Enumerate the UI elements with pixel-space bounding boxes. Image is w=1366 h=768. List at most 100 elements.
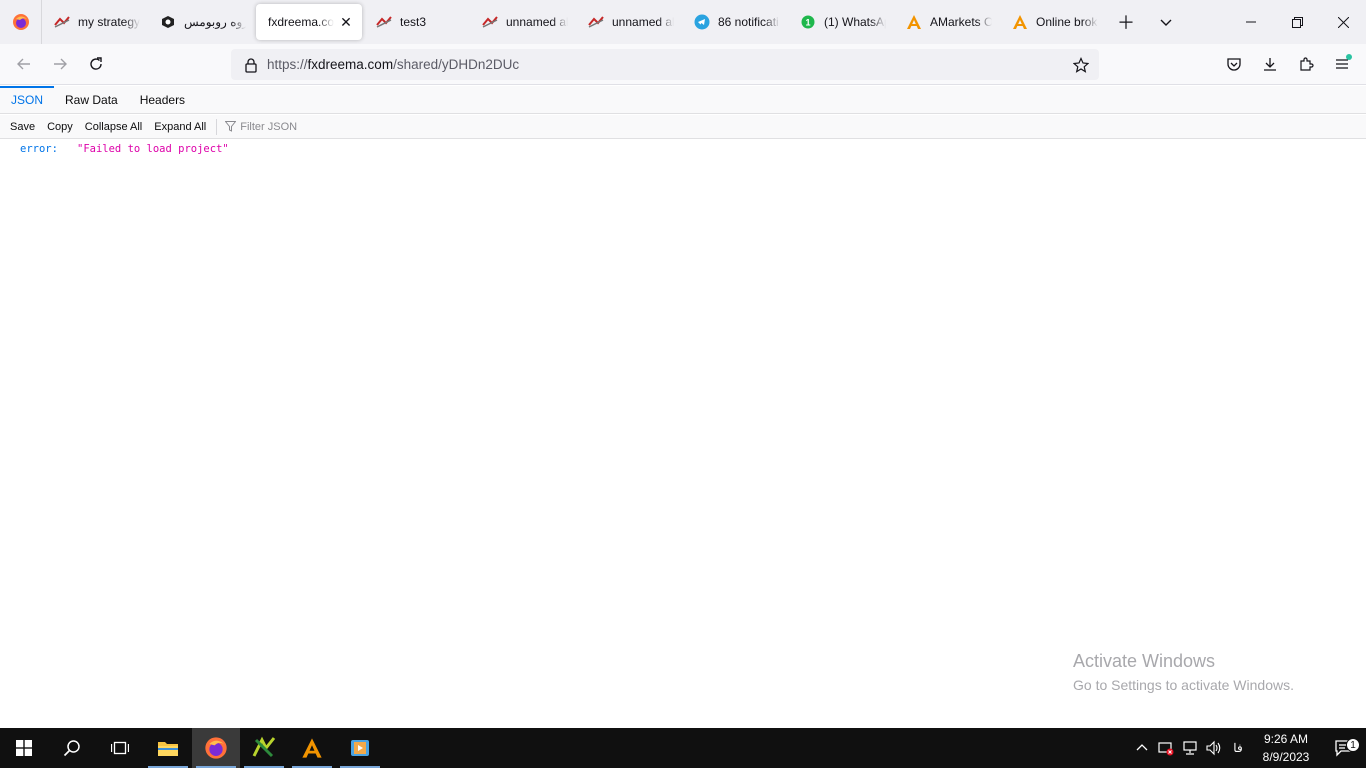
taskbar-clock[interactable]: 9:26 AM 8/9/2023: [1250, 730, 1322, 766]
tab-headers[interactable]: Headers: [129, 86, 196, 114]
extensions-button[interactable]: [1288, 48, 1324, 80]
expand-all-button[interactable]: Expand All: [148, 115, 212, 139]
json-viewer-tabs: JSON Raw Data Headers: [0, 86, 1366, 114]
download-icon: [1264, 58, 1276, 71]
arrow-right-icon: [54, 58, 67, 70]
file-explorer-button[interactable]: [144, 728, 192, 768]
json-key: error:: [20, 143, 58, 155]
network-tray-button[interactable]: [1178, 728, 1202, 768]
json-value: "Failed to load project": [77, 143, 229, 155]
collapse-all-button[interactable]: Collapse All: [79, 115, 148, 139]
filter-json-input[interactable]: Filter JSON: [225, 121, 297, 133]
tab-robomas[interactable]: گروه روبومس: [148, 4, 254, 40]
filter-placeholder: Filter JSON: [240, 120, 298, 133]
tab-online-broker[interactable]: Online brok: [1000, 4, 1106, 40]
tab-label: test3: [400, 15, 427, 29]
minimize-icon: [1246, 21, 1256, 23]
windows-taskbar: فا 9:26 AM 8/9/2023 1: [0, 728, 1366, 768]
lock-icon[interactable]: [243, 57, 259, 73]
action-center-button[interactable]: 1: [1322, 738, 1366, 758]
restore-icon: [1291, 16, 1303, 28]
telegram-icon: [694, 14, 710, 30]
clock-date: 8/9/2023: [1262, 750, 1310, 764]
volume-tray-button[interactable]: [1202, 728, 1226, 768]
security-tray-button[interactable]: [1154, 728, 1178, 768]
tab-label: unnamed al: [506, 15, 568, 29]
navigation-toolbar: https://fxdreema.com/shared/yDHDn2DUc: [0, 44, 1366, 85]
back-button[interactable]: [6, 48, 42, 80]
fxdreema-icon: [376, 14, 392, 30]
tab-unnamed-1[interactable]: unnamed al: [470, 4, 576, 40]
search-icon: [63, 740, 80, 757]
minimize-button[interactable]: [1228, 0, 1274, 44]
tab-label: 86 notificati: [718, 15, 779, 29]
chevron-up-icon: [1136, 744, 1148, 751]
toolbar-right: [1216, 48, 1360, 80]
tab-label: (1) WhatsAp: [824, 15, 886, 29]
start-button[interactable]: [0, 728, 48, 768]
metatrader-taskbar-button[interactable]: [240, 728, 288, 768]
downloads-button[interactable]: [1252, 48, 1288, 80]
input-language-indicator[interactable]: فا: [1226, 741, 1250, 755]
clock-time: 9:26 AM: [1263, 732, 1309, 746]
filter-icon: [225, 121, 237, 132]
forward-button[interactable]: [42, 48, 78, 80]
tab-label: my strategy: [78, 15, 140, 29]
tab-label: fxdreema.com: [268, 15, 334, 29]
close-window-button[interactable]: [1320, 0, 1366, 44]
restore-button[interactable]: [1274, 0, 1320, 44]
media-player-taskbar-button[interactable]: [336, 728, 384, 768]
tab-unnamed-2[interactable]: unnamed al: [576, 4, 682, 40]
close-tab-icon[interactable]: ✕: [338, 14, 354, 30]
tab-label: AMarkets O: [930, 15, 992, 29]
bookmark-star-icon[interactable]: [1073, 56, 1089, 73]
folder-icon: [158, 742, 178, 756]
firefox-view-button[interactable]: [0, 0, 42, 44]
fxdreema-icon: [54, 14, 70, 30]
task-view-icon: [111, 741, 129, 755]
amarkets-taskbar-button[interactable]: [288, 728, 336, 768]
pocket-button[interactable]: [1216, 48, 1252, 80]
copy-button[interactable]: Copy: [41, 115, 79, 139]
toolbar-divider: [216, 118, 218, 135]
activate-windows-watermark: Activate Windows Go to Settings to activ…: [1073, 651, 1294, 693]
search-button[interactable]: [48, 728, 96, 768]
whatsapp-icon: 1: [800, 14, 816, 30]
show-hidden-icons-button[interactable]: [1130, 728, 1154, 768]
robomas-icon: [160, 14, 176, 30]
table-row[interactable]: error: "Failed to load project": [0, 140, 1366, 158]
tab-json[interactable]: JSON: [0, 86, 55, 114]
url-text[interactable]: https://fxdreema.com/shared/yDHDn2DUc: [267, 57, 1073, 72]
amarkets-icon: [906, 14, 922, 30]
svg-text:1: 1: [805, 18, 810, 28]
watermark-title: Activate Windows: [1073, 651, 1216, 671]
arrow-left-icon: [17, 58, 30, 70]
fxdreema-icon: [482, 14, 498, 30]
firefox-icon: [205, 737, 227, 759]
task-view-button[interactable]: [96, 728, 144, 768]
tab-telegram[interactable]: 86 notificati: [682, 4, 788, 40]
tab-fxdreema-active[interactable]: fxdreema.com ✕: [256, 4, 362, 40]
url-bar[interactable]: https://fxdreema.com/shared/yDHDn2DUc: [231, 49, 1099, 80]
tab-amarkets[interactable]: AMarkets O: [894, 4, 1000, 40]
save-button[interactable]: Save: [4, 115, 41, 139]
tab-whatsapp[interactable]: 1 (1) WhatsAp: [788, 4, 894, 40]
notification-count-badge: 1: [1346, 738, 1360, 752]
windows-logo-icon: [16, 740, 32, 756]
amarkets-icon: [1012, 14, 1028, 30]
puzzle-icon: [1300, 57, 1314, 71]
plus-icon: ＋: [1117, 13, 1135, 33]
tab-test3[interactable]: test3: [364, 4, 470, 40]
tab-raw-data[interactable]: Raw Data: [54, 86, 129, 114]
tab-my-strategy[interactable]: my strategy: [42, 4, 148, 40]
firefox-taskbar-button[interactable]: [192, 728, 240, 768]
app-menu-button[interactable]: [1324, 48, 1360, 80]
watermark-subtitle: Go to Settings to activate Windows.: [1073, 677, 1294, 693]
tab-label: گروه روبومس: [184, 15, 246, 29]
new-tab-button[interactable]: ＋: [1106, 0, 1146, 44]
json-viewer-toolbar: Save Copy Collapse All Expand All Filter…: [0, 115, 1366, 139]
reload-button[interactable]: [78, 48, 114, 80]
defender-alert-icon: [1158, 742, 1174, 756]
tab-label: unnamed al: [612, 15, 674, 29]
list-all-tabs-button[interactable]: [1146, 0, 1186, 44]
